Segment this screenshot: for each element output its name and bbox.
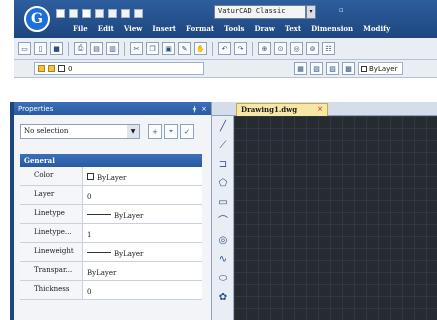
property-row[interactable]: Lineweight ByLayer — [20, 243, 202, 262]
open-icon[interactable] — [69, 8, 78, 18]
draw-toolbar: ╱ ⟋ ⊐ ⬠ ▭ ⌒ ◎ ∿ ⬭ ✿ — [212, 116, 234, 320]
properties-panel: Properties ǂ × No selection ▼ + ⌖ ✓ Gene… — [14, 102, 212, 320]
properties-icon[interactable]: ☷ — [322, 42, 335, 55]
arc-icon[interactable]: ⌒ — [215, 214, 231, 230]
polygon-icon[interactable]: ⬠ — [215, 176, 231, 192]
toolbar-divider — [212, 41, 213, 56]
tab-drawing1[interactable]: Drawing1.dwg × — [236, 103, 328, 116]
property-row[interactable]: Linetype... 1 — [20, 224, 202, 243]
match-icon[interactable]: ✎ — [178, 42, 191, 55]
layer-state-icon[interactable]: ▨ — [326, 62, 339, 75]
plot-icon[interactable]: ▥ — [106, 42, 119, 55]
save-icon[interactable]: ■ — [50, 42, 63, 55]
color-swatch-icon — [361, 65, 367, 72]
toolbar-divider — [124, 41, 125, 56]
layer-manager-icon[interactable]: ▦ — [294, 62, 307, 75]
circle-icon[interactable]: ◎ — [215, 233, 231, 249]
paste-icon[interactable]: ▣ — [162, 42, 175, 55]
spline-icon[interactable]: ∿ — [215, 252, 231, 268]
lineweight-preview — [87, 252, 111, 253]
make-current-icon[interactable]: ▩ — [342, 62, 355, 75]
pin-icon[interactable]: ǂ — [193, 105, 196, 113]
color-swatch-icon — [58, 65, 65, 72]
linetype-preview — [87, 214, 111, 215]
menu-tools[interactable]: Tools — [219, 22, 249, 36]
undo-icon[interactable]: ↶ — [218, 42, 231, 55]
copy-icon[interactable]: ❐ — [146, 42, 159, 55]
redo-icon[interactable]: ↷ — [234, 42, 247, 55]
save-as-icon[interactable] — [95, 8, 104, 18]
document-tab-bar: Drawing1.dwg × — [212, 102, 437, 116]
arc-icon[interactable]: ⊐ — [215, 157, 231, 173]
layer-select[interactable]: 0 — [34, 62, 204, 75]
close-icon[interactable]: × — [317, 105, 323, 113]
light-bulb-icon — [38, 65, 45, 72]
polyline-icon[interactable]: ⟋ — [215, 138, 231, 154]
rectangle-icon[interactable]: ▭ — [215, 195, 231, 211]
workspace-select[interactable]: VaturCAD Classic — [214, 5, 306, 19]
property-grid: General Color ByLayer Layer 0 Linetype B… — [20, 154, 202, 300]
sun-icon — [48, 65, 55, 72]
zoom-window-icon[interactable]: ⊙ — [274, 42, 287, 55]
menu-view[interactable]: View — [119, 22, 147, 36]
preview-icon[interactable]: ▤ — [90, 42, 103, 55]
property-toolbar: ▦ ▧ ▨ ▩ ByLayer — [294, 62, 403, 75]
menu-modify[interactable]: Modify — [358, 22, 395, 36]
layer-previous-icon[interactable]: ▧ — [310, 62, 323, 75]
menu-edit[interactable]: Edit — [93, 22, 119, 36]
standard-toolbar: ▭ ▯ ■ ⎙ ▤ ▥ ✂ ❐ ▣ ✎ ✋ ↶ ↷ ⊕ ⊙ ◎ ⊚ ☷ — [14, 38, 437, 60]
undo-icon[interactable] — [121, 8, 130, 18]
menu-bar: File Edit View Insert Format Tools Draw … — [68, 22, 395, 36]
redo-icon[interactable] — [134, 8, 143, 18]
menu-dimension[interactable]: Dimension — [306, 22, 358, 36]
menu-format[interactable]: Format — [181, 22, 219, 36]
category-general[interactable]: General — [20, 154, 202, 167]
property-row[interactable]: Layer 0 — [20, 186, 202, 205]
selection-buttons: + ⌖ ✓ — [148, 124, 194, 139]
print-icon[interactable]: ⎙ — [74, 42, 87, 55]
close-icon[interactable]: × — [201, 105, 207, 113]
toolbar-divider — [252, 41, 253, 56]
quick-access-toolbar — [56, 6, 143, 20]
property-row[interactable]: Linetype ByLayer — [20, 205, 202, 224]
property-row[interactable]: Color ByLayer — [20, 167, 202, 186]
quick-select-icon[interactable]: ✓ — [180, 124, 194, 139]
new-icon[interactable]: ▭ — [18, 42, 31, 55]
chevron-down-icon: ▼ — [127, 125, 139, 138]
revcloud-icon[interactable]: ✿ — [215, 290, 231, 306]
properties-title: Properties — [18, 104, 54, 113]
line-icon[interactable]: ╱ — [215, 119, 231, 135]
cut-icon[interactable]: ✂ — [130, 42, 143, 55]
drawing-canvas[interactable] — [234, 116, 437, 320]
menu-insert[interactable]: Insert — [147, 22, 181, 36]
zoom-extents-icon[interactable]: ⊚ — [306, 42, 319, 55]
print-icon[interactable] — [108, 8, 117, 18]
property-row[interactable]: Thickness 0 — [20, 281, 202, 300]
menu-file[interactable]: File — [68, 22, 93, 36]
menu-text[interactable]: Text — [280, 22, 306, 36]
open-icon[interactable]: ▯ — [34, 42, 47, 55]
new-icon[interactable] — [56, 8, 65, 18]
selection-select[interactable]: No selection ▼ — [20, 124, 140, 139]
zoom-realtime-icon[interactable]: ⊕ — [258, 42, 271, 55]
title-overflow: ▫ — [339, 6, 344, 14]
color-select[interactable]: ByLayer — [358, 62, 403, 75]
title-bar: G VaturCAD Classic ▾ ▫ File Edit View In… — [14, 0, 437, 38]
color-swatch-icon — [87, 173, 94, 180]
chevron-down-icon[interactable]: ▾ — [306, 5, 316, 19]
layer-value: 0 — [68, 64, 73, 73]
ellipse-icon[interactable]: ⬭ — [215, 271, 231, 287]
zoom-previous-icon[interactable]: ◎ — [290, 42, 303, 55]
toggle-pickadd-icon[interactable]: + — [148, 124, 162, 139]
property-row[interactable]: Transpar... ByLayer — [20, 262, 202, 281]
properties-header: Properties ǂ × — [14, 102, 211, 115]
layer-toolbar: 0 ▦ ▧ ▨ ▩ ByLayer — [14, 60, 437, 78]
pan-icon[interactable]: ✋ — [194, 42, 207, 55]
select-objects-icon[interactable]: ⌖ — [164, 124, 178, 139]
save-icon[interactable] — [82, 8, 91, 18]
app-logo-button[interactable]: G — [24, 6, 50, 32]
menu-draw[interactable]: Draw — [249, 22, 279, 36]
toolbar-divider — [68, 41, 69, 56]
